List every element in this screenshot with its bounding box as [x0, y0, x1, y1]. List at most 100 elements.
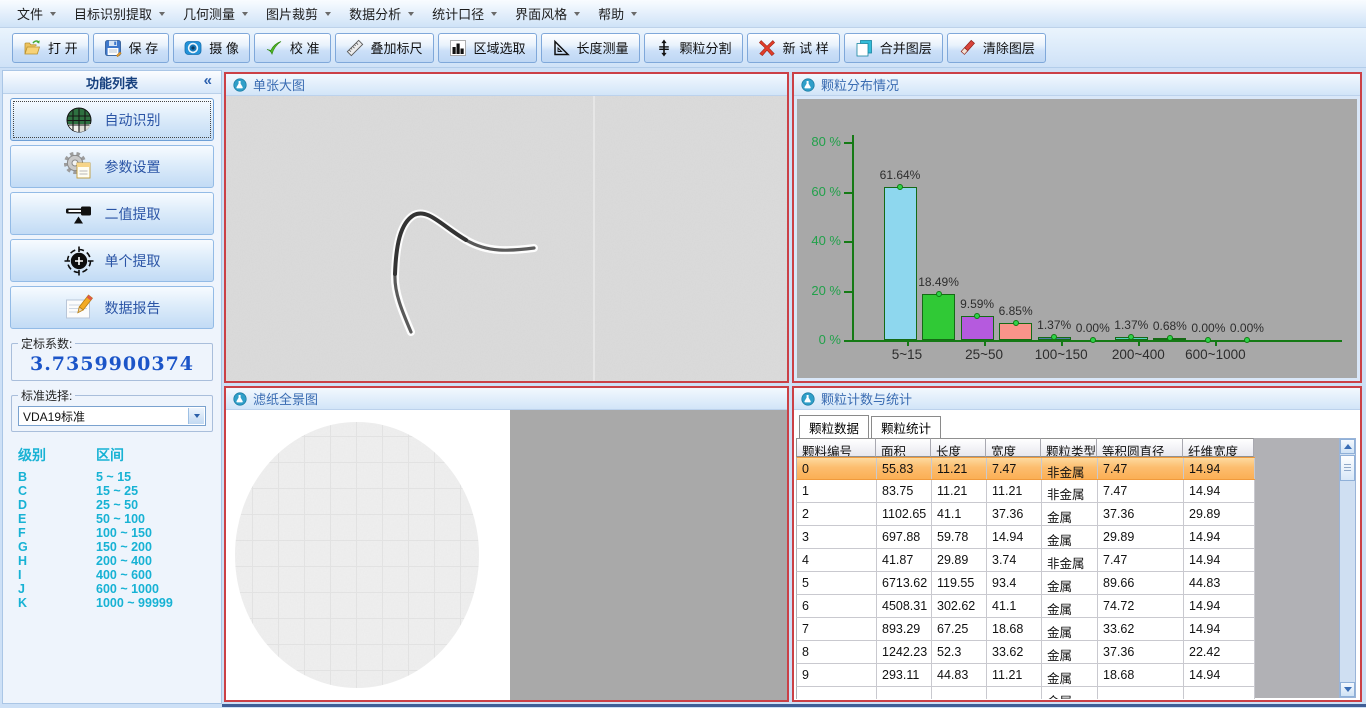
- table-cell: 金属: [1042, 526, 1098, 548]
- table-cell: 6713.62: [877, 572, 932, 594]
- chart-point: [1090, 337, 1096, 343]
- table-cell: 37.36: [987, 503, 1042, 525]
- chart-x-axis: [852, 340, 1342, 342]
- range-value: 600 ~ 1000: [96, 582, 159, 596]
- panorama-view[interactable]: [226, 410, 787, 700]
- level-value: H: [18, 554, 96, 568]
- table-cell: 14.94: [987, 526, 1042, 548]
- standard-label: 标准选择:: [18, 387, 75, 404]
- table-row-8[interactable]: 81242.2352.333.62金属37.3622.42: [796, 641, 1255, 664]
- table-cell: 55.83: [877, 458, 932, 479]
- table-row-5[interactable]: 56713.62119.5593.4金属89.6644.83: [796, 572, 1255, 595]
- chart-bar: [884, 187, 917, 340]
- toolbar-button-label: 校 准: [290, 38, 320, 57]
- table-cell: 11.21: [932, 458, 987, 479]
- level-value: G: [18, 540, 96, 554]
- standard-select[interactable]: VDA19标准: [18, 406, 206, 426]
- table-cell: 2: [797, 503, 877, 525]
- table-cell: 7.47: [987, 458, 1042, 479]
- sidebar-button-label: 自动识别: [105, 110, 161, 130]
- distribution-chart-area: 0 %20 %40 %60 %80 %61.64%18.49%9.59%6.85…: [794, 96, 1360, 381]
- panel-title: 颗粒分布情况: [821, 75, 899, 94]
- slider-icon: [64, 199, 94, 229]
- table-scrollbar[interactable]: [1339, 438, 1356, 698]
- table-cell: 非金属: [1042, 480, 1098, 502]
- level-value: B: [18, 470, 96, 484]
- toolbar-button-label: 打 开: [48, 38, 78, 57]
- menu-item-help[interactable]: 帮助: [589, 0, 646, 27]
- sidebar-button-single-extract[interactable]: 单个提取: [10, 239, 214, 282]
- collapse-sidebar-button[interactable]: «: [204, 72, 212, 89]
- column-header-1[interactable]: 面积: [876, 438, 931, 457]
- table-cell: 18.68: [987, 618, 1042, 640]
- scroll-down-arrow[interactable]: [1340, 682, 1355, 697]
- table-row-9[interactable]: 9293.1144.8311.21金属18.6814.94: [796, 664, 1255, 687]
- toolbar-button-length-measure[interactable]: 长度测量: [541, 33, 640, 63]
- table-row-7[interactable]: 7893.2967.2518.68金属33.6214.94: [796, 618, 1255, 641]
- toolbar-button-merge-layers[interactable]: 合并图层: [844, 33, 943, 63]
- table-row-2[interactable]: 21102.6541.137.36金属37.3629.89: [796, 503, 1255, 526]
- column-header-0[interactable]: 颗料编号: [796, 438, 876, 457]
- column-header-2[interactable]: 长度: [931, 438, 986, 457]
- table-cell: [1184, 687, 1255, 699]
- scroll-thumb[interactable]: [1340, 455, 1355, 481]
- level-row-D: D25 ~ 50: [18, 498, 221, 512]
- sidebar: 功能列表 « 自动识别参数设置二值提取单个提取数据报告 定标系数: 3.7359…: [2, 70, 222, 704]
- chart-point: [1013, 320, 1019, 326]
- menu-item-label: 几何测量: [183, 4, 235, 23]
- table-cell: 119.55: [932, 572, 987, 594]
- sidebar-button-parameter-settings[interactable]: 参数设置: [10, 145, 214, 188]
- range-value: 200 ~ 400: [96, 554, 152, 568]
- menu-item-label: 图片裁剪: [266, 4, 318, 23]
- table-row-1[interactable]: 183.7511.2111.21非金属7.4714.94: [796, 480, 1255, 503]
- table-row-3[interactable]: 3697.8859.7814.94金属29.8914.94: [796, 526, 1255, 549]
- menu-item-image-crop[interactable]: 图片裁剪: [257, 0, 340, 27]
- table-row-4[interactable]: 441.8729.893.74非金属7.4714.94: [796, 549, 1255, 572]
- table-cell: 非金属: [1042, 458, 1098, 479]
- sidebar-button-binary-extract[interactable]: 二值提取: [10, 192, 214, 235]
- menu-item-target-recognition-extract[interactable]: 目标识别提取: [65, 0, 174, 27]
- toolbar-button-label: 长度测量: [577, 38, 629, 57]
- toolbar-button-region-select[interactable]: 区域选取: [438, 33, 537, 63]
- toolbar-button-calibrate[interactable]: 校 准: [254, 33, 331, 63]
- toolbar-button-clear-layers[interactable]: 清除图层: [947, 33, 1046, 63]
- panel-particle-distribution: 颗粒分布情况 0 %20 %40 %60 %80 %61.64%18.49%9.…: [792, 72, 1362, 383]
- single-image-view[interactable]: [226, 96, 787, 381]
- gear-note-icon: [64, 152, 94, 182]
- menu-item-data-analysis[interactable]: 数据分析: [340, 0, 423, 27]
- table-cell: [932, 687, 987, 699]
- level-range-table: 级别区间B5 ~ 15C15 ~ 25D25 ~ 50E50 ~ 100F100…: [3, 445, 221, 610]
- toolbar-button-capture[interactable]: 摄 像: [173, 33, 250, 63]
- red-x-icon: [758, 39, 776, 57]
- table-cell: 41.1: [987, 595, 1042, 617]
- column-header-4[interactable]: 颗粒类型: [1041, 438, 1097, 457]
- menu-item-statistics-caliber[interactable]: 统计口径: [423, 0, 506, 27]
- toolbar-button-overlay-ruler[interactable]: 叠加标尺: [335, 33, 434, 63]
- table-cell: 1102.65: [877, 503, 932, 525]
- sidebar-button-data-report[interactable]: 数据报告: [10, 286, 214, 329]
- table-cell: 7: [797, 618, 877, 640]
- column-header-5[interactable]: 等积圆直径: [1097, 438, 1183, 457]
- toolbar-button-save[interactable]: 保 存: [93, 33, 170, 63]
- table-row-0[interactable]: 055.8311.217.47非金属7.4714.94: [796, 457, 1255, 480]
- column-header-3[interactable]: 宽度: [986, 438, 1041, 457]
- chevron-down-icon: [574, 12, 580, 16]
- menu-item-ui-style[interactable]: 界面风格: [506, 0, 589, 27]
- table-cell: 金属: [1042, 618, 1098, 640]
- chart-value-label: 0.00%: [1217, 321, 1277, 335]
- sidebar-button-label: 二值提取: [105, 204, 161, 224]
- menu-item-geometry-measure[interactable]: 几何测量: [174, 0, 257, 27]
- chevron-down-icon[interactable]: [188, 408, 204, 424]
- table-cell: 33.62: [987, 641, 1042, 663]
- sidebar-button-auto-recognition[interactable]: 自动识别: [10, 98, 214, 141]
- table-row-6[interactable]: 64508.31302.6241.1金属74.7214.94: [796, 595, 1255, 618]
- toolbar-button-particle-split[interactable]: 颗粒分割: [644, 33, 743, 63]
- level-row-C: C15 ~ 25: [18, 484, 221, 498]
- toolbar-button-new-sample[interactable]: 新 试 样: [747, 33, 840, 63]
- scroll-up-arrow[interactable]: [1340, 439, 1355, 454]
- column-header-6[interactable]: 纤维宽度: [1183, 438, 1254, 457]
- chart-x-tick: [1061, 342, 1063, 346]
- menu-item-file[interactable]: 文件: [8, 0, 65, 27]
- window-bottom-border: [222, 704, 1366, 707]
- toolbar-button-open[interactable]: 打 开: [12, 33, 89, 63]
